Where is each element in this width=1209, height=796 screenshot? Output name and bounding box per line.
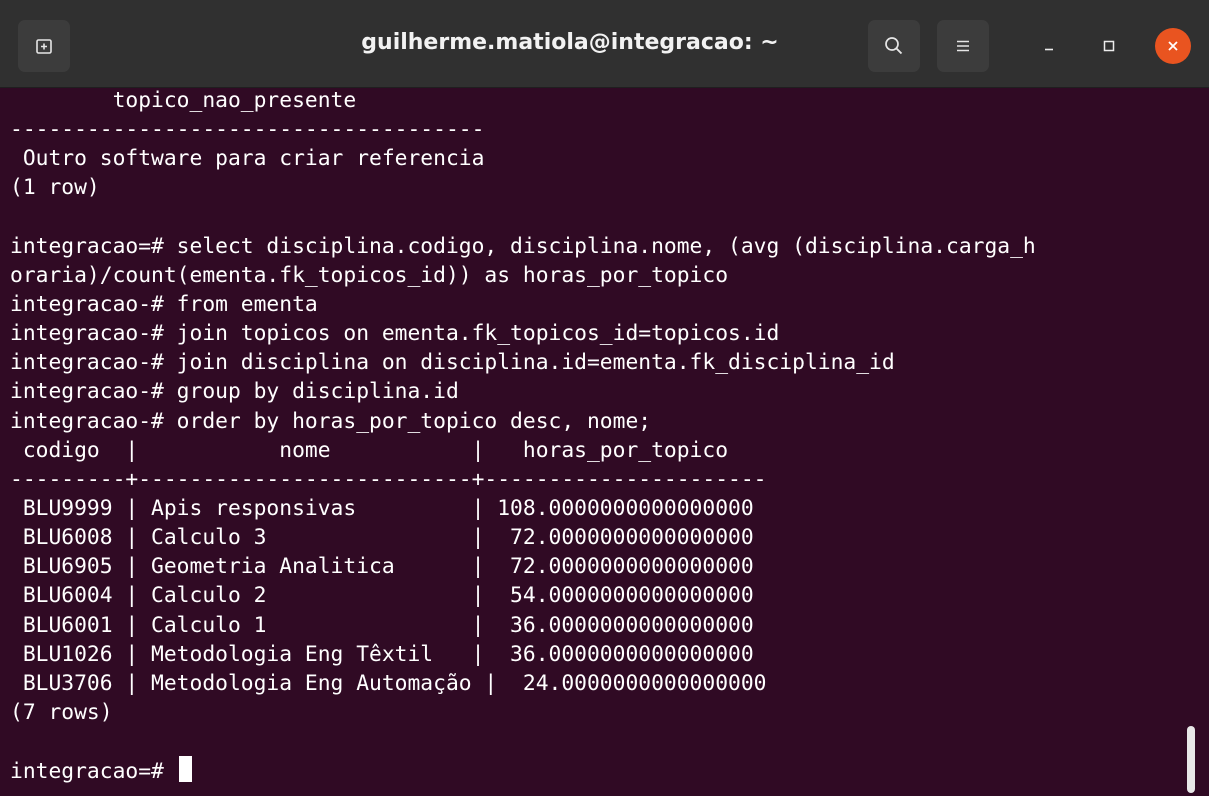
search-button[interactable]: [868, 20, 920, 72]
maximize-button[interactable]: [1091, 28, 1127, 64]
terminal-line: integracao-# order by horas_por_topico d…: [10, 408, 652, 434]
prompt-line[interactable]: integracao=#: [10, 756, 1190, 785]
window-title: guilherme.matiola@integracao: ~: [361, 30, 779, 55]
minimize-icon: [1045, 48, 1053, 51]
terminal-line: integracao-# join topicos on ementa.fk_t…: [10, 321, 780, 347]
maximize-icon: [1103, 40, 1115, 52]
menu-button[interactable]: [937, 20, 989, 72]
table-header-row: codigo | nome | horas_por_topico: [10, 437, 729, 463]
new-tab-icon: [36, 39, 52, 54]
table-separator: ---------+--------------------------+---…: [10, 466, 767, 492]
terminal-line: (7 rows): [10, 699, 113, 725]
terminal-window: guilherme.matiola@integracao: ~ topico_n…: [0, 0, 1209, 796]
minimize-button[interactable]: [1031, 28, 1067, 64]
close-button[interactable]: [1155, 28, 1191, 64]
terminal-line: (1 row): [10, 175, 100, 201]
title-bar: guilherme.matiola@integracao: ~: [0, 0, 1209, 88]
text-cursor: [178, 756, 192, 783]
shell-prompt: integracao=#: [10, 759, 177, 785]
table-row: BLU6004 | Calculo 2 | 54.000000000000000…: [10, 583, 754, 609]
scrollbar[interactable]: [1187, 726, 1195, 793]
terminal-line: integracao-# from ementa: [10, 291, 318, 317]
terminal-line: topico_nao_presente: [10, 88, 357, 113]
terminal-line: integracao=# select disciplina.codigo, d…: [10, 233, 1036, 259]
terminal-line: oraria)/count(ementa.fk_topicos_id)) as …: [10, 262, 729, 288]
terminal-line: Outro software para criar referencia: [10, 146, 485, 172]
table-row: BLU6001 | Calculo 1 | 36.000000000000000…: [10, 612, 754, 638]
terminal-line: integracao-# join disciplina on discipli…: [10, 350, 895, 376]
terminal-output[interactable]: topico_nao_presente --------------------…: [10, 86, 1190, 796]
close-icon: [1168, 41, 1178, 51]
terminal-line: -------------------------------------: [10, 117, 485, 143]
table-row: BLU9999 | Apis responsivas | 108.0000000…: [10, 495, 754, 521]
search-icon: [885, 37, 903, 55]
table-row: BLU1026 | Metodologia Eng Têxtil | 36.00…: [10, 641, 754, 667]
table-row: BLU3706 | Metodologia Eng Automação | 24…: [10, 670, 767, 696]
terminal-line: integracao-# group by disciplina.id: [10, 379, 459, 405]
table-row: BLU6008 | Calculo 3 | 72.000000000000000…: [10, 525, 754, 551]
hamburger-menu-icon: [957, 40, 969, 52]
table-row: BLU6905 | Geometria Analitica | 72.00000…: [10, 554, 754, 580]
new-tab-button[interactable]: [18, 20, 70, 72]
